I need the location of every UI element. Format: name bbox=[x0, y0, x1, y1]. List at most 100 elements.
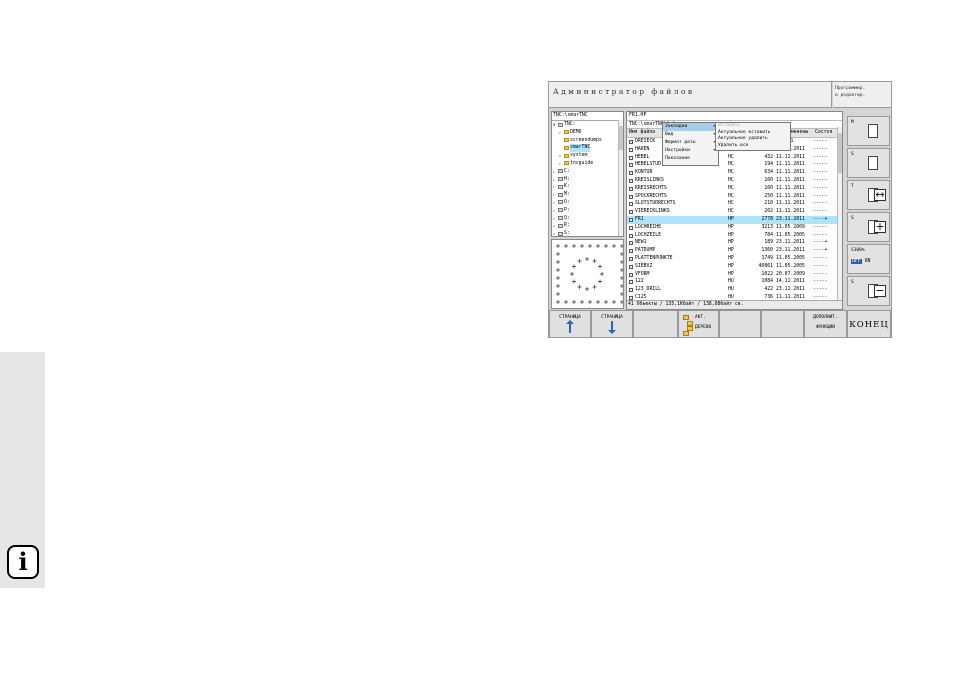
directory-tree[interactable]: TNC:\smarTNC ▼ TNC: ▸ DEMO screendumps smarTN… bbox=[551, 111, 624, 237]
file-status: ----- bbox=[813, 170, 828, 176]
tree-item[interactable]: ▼ TNC: bbox=[552, 121, 623, 129]
tree-item[interactable]: ▸ M: bbox=[552, 191, 623, 199]
override-toggle[interactable]: OFF ON bbox=[851, 259, 870, 264]
file-icon bbox=[629, 264, 633, 269]
expand-arrow-icon[interactable]: ▸ bbox=[553, 215, 557, 223]
tree-item[interactable]: ▸ Q: bbox=[552, 215, 623, 223]
menu-item[interactable]: Настройки▸ bbox=[663, 147, 718, 155]
file-row[interactable]: FR1 HP 2778 23.11.2011 ----+ bbox=[627, 215, 842, 224]
col-status[interactable]: Состоя bbox=[815, 130, 832, 135]
off-label: OFF bbox=[851, 259, 862, 264]
file-size: 1084 bbox=[761, 279, 773, 285]
tree-item-label: P: bbox=[564, 207, 570, 213]
tree-item[interactable]: ▸ S: bbox=[552, 230, 623, 236]
expand-arrow-icon[interactable]: ▸ bbox=[553, 168, 557, 176]
file-row[interactable]: SLOTSTUDRECHTS HC 210 11.11.2011 ----- bbox=[627, 200, 842, 208]
file-icon bbox=[629, 155, 633, 160]
file-row[interactable]: HEBEL HC 432 11.11.2011 ----- bbox=[627, 154, 842, 162]
file-row[interactable]: HEBELSTUD HC 194 11.11.2011 ----- bbox=[627, 161, 842, 169]
expand-arrow-icon[interactable]: ▸ bbox=[553, 191, 557, 199]
file-row[interactable]: KONTUR HC 634 11.11.2011 ----- bbox=[627, 169, 842, 177]
softkey[interactable] bbox=[761, 310, 804, 338]
expand-arrow-icon[interactable]: ▼ bbox=[553, 121, 557, 129]
file-icon bbox=[629, 280, 633, 285]
hole-cross-icon bbox=[556, 284, 560, 288]
file-row[interactable]: VIERECKLINKS HC 202 11.11.2011 ----- bbox=[627, 208, 842, 216]
tree-item[interactable]: ▸ H: bbox=[552, 176, 623, 184]
expand-arrow-icon[interactable]: ▸ bbox=[559, 129, 563, 137]
tree-item[interactable]: ▸ R: bbox=[552, 222, 623, 230]
tree-item[interactable]: ▸ P: bbox=[552, 207, 623, 215]
softkey[interactable] bbox=[633, 310, 678, 338]
file-type: HP bbox=[728, 216, 734, 222]
side-button[interactable]: S + bbox=[847, 212, 890, 242]
file-size: 40861 bbox=[758, 263, 773, 269]
expand-arrow-icon[interactable]: ▸ bbox=[553, 222, 557, 230]
expand-arrow-icon[interactable]: ▸ bbox=[553, 183, 557, 191]
drive-icon bbox=[558, 223, 563, 228]
tree-scroll-thumb[interactable] bbox=[619, 126, 623, 150]
file-row[interactable]: PLATTENPUNKTE HP 1749 11.05.2005 ----- bbox=[627, 255, 842, 263]
hole-cross-icon bbox=[596, 244, 600, 248]
hole-cross-icon bbox=[580, 300, 584, 304]
hole-cross-icon bbox=[556, 244, 560, 248]
tree-item[interactable]: ▸ O: bbox=[552, 199, 623, 207]
file-row[interactable]: 122 HU 1084 14.11.2011 ----- bbox=[627, 278, 842, 286]
side-button[interactable]: S100% OFF ON bbox=[847, 244, 890, 274]
expand-arrow-icon[interactable]: ▸ bbox=[553, 176, 557, 184]
tree-item-label: DEMO bbox=[570, 129, 582, 135]
file-status: ----+ bbox=[813, 240, 828, 246]
file-icon bbox=[629, 147, 633, 152]
file-date: 23.11.2011 bbox=[776, 240, 805, 246]
hole-cross-icon bbox=[612, 300, 616, 304]
softkey[interactable] bbox=[719, 310, 761, 338]
col-name[interactable]: Имя файла bbox=[629, 130, 655, 135]
tree-item[interactable]: ▸ system bbox=[552, 152, 623, 160]
hole-cross-icon bbox=[585, 257, 589, 261]
file-row[interactable]: SIEBVZ HP 40861 11.05.2005 ----- bbox=[627, 263, 842, 271]
expand-arrow-icon[interactable]: ▸ bbox=[553, 230, 557, 236]
menu-item[interactable]: Закладки▸ bbox=[663, 123, 718, 131]
file-scrollbar[interactable] bbox=[837, 127, 842, 301]
expand-arrow-icon[interactable]: ▸ bbox=[559, 152, 563, 160]
menu-item[interactable]: Вид▸ bbox=[663, 131, 718, 139]
expand-arrow-icon[interactable]: ▸ bbox=[559, 160, 563, 168]
folder-icon bbox=[564, 153, 569, 158]
file-row[interactable]: LOCHZEILE HP 784 11.05.2005 ----- bbox=[627, 232, 842, 240]
tree-item[interactable]: ▸ tncguide bbox=[552, 160, 623, 168]
side-button[interactable]: S − bbox=[847, 276, 890, 306]
file-row[interactable]: KREISRECHTS HC 160 11.11.2011 ----- bbox=[627, 185, 842, 193]
file-row[interactable]: KREISLINKS HC 160 11.11.2011 ----- bbox=[627, 177, 842, 185]
file-row[interactable]: VFORM HP 1022 20.07.2009 ----- bbox=[627, 271, 842, 279]
menu-item[interactable]: Показание bbox=[663, 155, 718, 163]
submenu-item[interactable]: Удалить все bbox=[716, 143, 790, 150]
softkey[interactable]: СТРАНИЦА bbox=[591, 310, 633, 338]
tree-item[interactable]: screendumps bbox=[552, 137, 623, 145]
file-row[interactable]: PATDUMP HP 1360 23.11.2011 ----+ bbox=[627, 247, 842, 255]
side-button[interactable]: M bbox=[847, 116, 890, 146]
softkey[interactable]: СТРАНИЦА bbox=[549, 310, 591, 338]
tree-item[interactable]: ▸ DEMO bbox=[552, 129, 623, 137]
tree-item-label: smarTNC bbox=[570, 144, 591, 153]
side-button[interactable]: S bbox=[847, 148, 890, 178]
expand-arrow-icon[interactable]: ▸ bbox=[553, 199, 557, 207]
tnc-screen: Администратор файлов Программир. и редак… bbox=[548, 81, 892, 338]
menu-item[interactable]: Формат даты▸ bbox=[663, 139, 718, 147]
file-row[interactable]: NEW1 HP 189 23.11.2011 ----+ bbox=[627, 239, 842, 247]
file-row[interactable]: SPOCKRECHTS HC 250 11.11.2011 ----- bbox=[627, 193, 842, 201]
file-row[interactable]: LOCHREIHE HP 3213 11.05.2009 ----- bbox=[627, 224, 842, 232]
tree-scrollbar[interactable] bbox=[618, 120, 623, 236]
tree-item[interactable]: ▸ C: bbox=[552, 168, 623, 176]
file-row[interactable]: 123_DRILL HU 422 23.11.2011 ----- bbox=[627, 286, 842, 294]
tree-item[interactable]: ▸ K: bbox=[552, 183, 623, 191]
expand-arrow-icon[interactable]: ▸ bbox=[553, 207, 557, 215]
file-icon bbox=[629, 225, 633, 230]
file-type: HP bbox=[728, 271, 734, 277]
drive-icon bbox=[558, 177, 563, 182]
file-scroll-thumb[interactable] bbox=[838, 133, 842, 173]
softkey[interactable]: ДОПОЛНИТ. ФУНКЦИИ bbox=[804, 310, 847, 338]
tree-item[interactable]: smarTNC bbox=[552, 144, 623, 153]
softkey[interactable]: АКТ. ДЕРЕВО bbox=[678, 310, 719, 338]
side-button[interactable]: T ↔ bbox=[847, 180, 890, 210]
softkey[interactable]: КОНЕЦ bbox=[847, 310, 891, 338]
